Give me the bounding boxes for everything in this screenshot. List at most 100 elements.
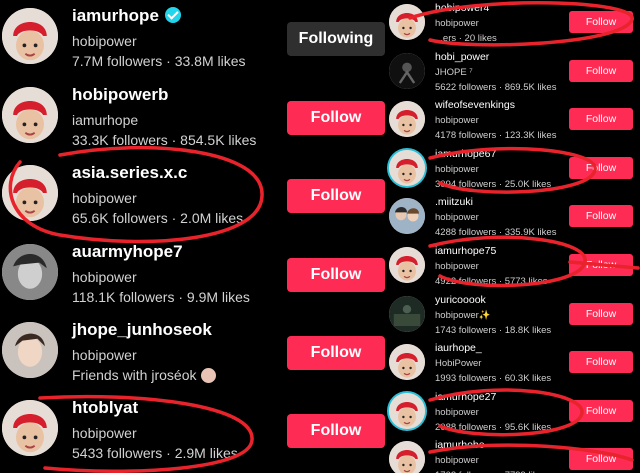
avatar[interactable] [2,400,58,456]
account-stats: 4178 followers · 123.3K likes [435,130,557,142]
account-row[interactable]: auarmyhope7 hobipower 118.1K followers · 9… [0,236,392,314]
account-stats: Friends with jroséok [72,367,216,383]
account-row[interactable]: .miitzuki hobipower 4288 followers · 335.9… [385,192,640,241]
follow-button[interactable]: Follow [569,156,633,179]
account-row[interactable]: iamurhope67 hobipower 3094 followers · 25.… [385,144,640,193]
display-name: hobipower [72,190,137,206]
display-name: hobipower [435,261,479,272]
account-row[interactable]: iamurhope hobipower 7.7M followers · 33.8M… [0,0,392,78]
account-stats: 7.7M followers · 33.8M likes [72,53,246,69]
username[interactable]: iamurhope [72,6,181,26]
follow-button[interactable]: Follow [287,179,385,213]
account-row[interactable]: yuricooook hobipower✨ 1743 followers · 18.… [385,290,640,339]
follow-button[interactable]: Follow [569,11,633,33]
account-row[interactable]: hobi_power JHOPE ⁷ 5622 followers · 869.5K… [385,47,640,96]
stats-text: Friends with jroséok [72,367,197,383]
follow-button[interactable]: Follow [287,258,385,292]
avatar[interactable] [389,247,425,283]
avatar[interactable] [389,295,425,332]
account-stats: 5622 followers · 869.5K likes [435,81,557,93]
stats-text: 118.1K followers · 9.9M likes [72,289,250,305]
username[interactable]: asia.series.x.c [72,163,187,183]
account-stats: 1743 followers · 18.8K likes [435,324,552,336]
account-stats: 2088 followers · 95.6K likes [435,421,552,433]
follow-button[interactable]: Follow [569,302,633,325]
username[interactable]: iamurhobe [435,439,485,451]
account-row[interactable]: asia.series.x.c hobipower 65.6K followers … [0,157,392,235]
username[interactable]: wifeofsevenkings [435,99,515,111]
follow-button[interactable]: Follow [569,59,633,82]
following-button[interactable]: Following [287,22,385,56]
avatar[interactable] [389,441,425,473]
follow-button[interactable]: Follow [287,101,385,135]
follow-button[interactable]: Follow [569,108,633,131]
account-row[interactable]: iamurhope75 hobipower 4922 followers · 577… [385,241,640,290]
account-row[interactable]: jhope_junhoseok hobipower Friends with jro… [0,314,392,392]
username[interactable]: yuricooook [435,294,486,306]
username[interactable]: hobipowerb [72,85,168,105]
avatar[interactable] [2,8,58,64]
username[interactable]: hobi_power [435,51,489,63]
display-name: hobipower [72,347,137,363]
avatar[interactable] [389,392,425,429]
follow-button[interactable]: Follow [287,336,385,370]
account-row[interactable]: htoblyat hobipower 5433 followers · 2.9M l… [0,392,392,470]
stats-text: 5433 followers · 2.9M likes [72,445,238,461]
account-row[interactable]: hobipower4 hobipower ...ers · 20 likes Foll… [385,0,640,47]
avatar[interactable] [2,87,58,143]
display-name: hobipower [435,163,479,175]
display-name: iamurhope [72,112,139,128]
username[interactable]: iamurhope27 [435,391,496,403]
display-name: hobipower [435,455,479,467]
username-text: jhope_junhoseok [72,320,212,339]
username-text: auarmyhope7 [72,242,183,261]
username[interactable]: auarmyhope7 [72,242,183,262]
display-name: JHOPE ⁷ [435,66,473,78]
avatar[interactable] [389,101,425,138]
follow-button[interactable]: Follow [569,205,633,228]
avatar[interactable] [389,4,425,40]
username-text: htoblyat [72,398,139,417]
account-stats: 118.1K followers · 9.9M likes [72,289,250,305]
username[interactable]: iamurhope75 [435,245,496,257]
account-row[interactable]: iaurhope_ HobiPower 1993 followers · 60.3K… [385,338,640,387]
account-row[interactable]: iamurhobehobipower1702 followers · 7799 … [385,435,640,473]
account-stats: 65.6K followers · 2.0M likes [72,210,243,226]
avatar[interactable] [2,244,58,300]
username-text: asia.series.x.c [72,163,188,182]
username[interactable]: hobipower4 [435,2,489,14]
display-name: hobipower [435,212,479,224]
avatar[interactable] [389,149,425,186]
account-stats: 4922 followers · 5773 likes [435,276,548,287]
account-stats: 4288 followers · 335.9K likes [435,227,557,239]
display-name: HobiPower [435,358,482,370]
account-row[interactable]: wifeofsevenkings hobipower 4178 followers … [385,95,640,144]
follow-button[interactable]: Follow [569,254,633,276]
display-name: hobipower [72,33,137,49]
friend-avatar-icon [200,368,216,383]
account-row[interactable]: iamurhope27 hobipower 2088 followers · 95.… [385,387,640,436]
account-row[interactable]: hobipowerb iamurhope 33.3K followers · 854… [0,79,392,157]
username[interactable]: .miitzuki [435,196,473,208]
display-name: hobipower✨ [435,309,491,321]
username[interactable]: iaurhope_ [435,342,482,354]
account-stats: 1993 followers · 60.3K likes [435,373,552,385]
avatar[interactable] [2,165,58,221]
avatar[interactable] [389,198,425,235]
account-stats: 33.3K followers · 854.5K likes [72,132,256,148]
username[interactable]: iamurhope67 [435,148,496,160]
verified-badge-icon [164,7,181,23]
follow-button[interactable]: Follow [569,448,633,471]
avatar[interactable] [389,52,425,89]
username[interactable]: jhope_junhoseok [72,320,212,340]
display-name: hobipower [435,115,479,127]
follow-button[interactable]: Follow [569,351,633,374]
username[interactable]: htoblyat [72,398,138,418]
stats-text: 65.6K followers · 2.0M likes [72,210,244,226]
right-account-list: hobipower4 hobipower ...ers · 20 likes Foll… [385,0,640,473]
display-name: hobipower [435,406,479,418]
follow-button[interactable]: Follow [569,399,633,422]
follow-button[interactable]: Follow [287,414,385,448]
avatar[interactable] [389,344,425,381]
avatar[interactable] [2,322,58,378]
